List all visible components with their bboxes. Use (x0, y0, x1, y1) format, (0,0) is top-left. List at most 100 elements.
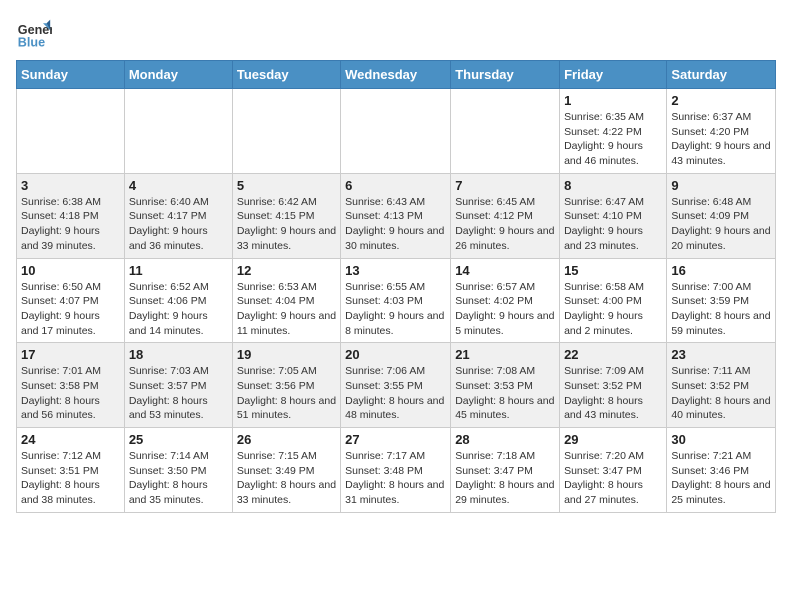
day-info: Sunrise: 7:05 AMSunset: 3:56 PMDaylight:… (237, 364, 336, 423)
day-info: Sunrise: 7:03 AMSunset: 3:57 PMDaylight:… (129, 364, 228, 423)
calendar-day-cell: 17 Sunrise: 7:01 AMSunset: 3:58 PMDayligh… (17, 343, 125, 428)
day-number: 14 (455, 263, 555, 278)
calendar-day-cell: 13 Sunrise: 6:55 AMSunset: 4:03 PMDayligh… (341, 258, 451, 343)
calendar-day-cell: 25 Sunrise: 7:14 AMSunset: 3:50 PMDayligh… (124, 428, 232, 513)
day-number: 15 (564, 263, 662, 278)
day-info: Sunrise: 7:18 AMSunset: 3:47 PMDaylight:… (455, 449, 555, 508)
calendar-day-cell (451, 89, 560, 174)
day-info: Sunrise: 7:00 AMSunset: 3:59 PMDaylight:… (671, 280, 771, 339)
day-info: Sunrise: 7:14 AMSunset: 3:50 PMDaylight:… (129, 449, 228, 508)
day-number: 6 (345, 178, 446, 193)
day-info: Sunrise: 6:57 AMSunset: 4:02 PMDaylight:… (455, 280, 555, 339)
calendar-week-row: 24 Sunrise: 7:12 AMSunset: 3:51 PMDayligh… (17, 428, 776, 513)
day-number: 1 (564, 93, 662, 108)
day-number: 18 (129, 347, 228, 362)
day-number: 26 (237, 432, 336, 447)
day-number: 23 (671, 347, 771, 362)
day-number: 2 (671, 93, 771, 108)
calendar-day-cell: 3 Sunrise: 6:38 AMSunset: 4:18 PMDaylight… (17, 173, 125, 258)
day-info: Sunrise: 7:15 AMSunset: 3:49 PMDaylight:… (237, 449, 336, 508)
day-number: 17 (21, 347, 120, 362)
day-number: 22 (564, 347, 662, 362)
day-number: 7 (455, 178, 555, 193)
day-info: Sunrise: 6:48 AMSunset: 4:09 PMDaylight:… (671, 195, 771, 254)
day-number: 3 (21, 178, 120, 193)
day-info: Sunrise: 6:52 AMSunset: 4:06 PMDaylight:… (129, 280, 228, 339)
day-number: 8 (564, 178, 662, 193)
day-number: 21 (455, 347, 555, 362)
logo-icon: General Blue (16, 16, 52, 52)
day-number: 11 (129, 263, 228, 278)
day-number: 19 (237, 347, 336, 362)
calendar-day-cell: 12 Sunrise: 6:53 AMSunset: 4:04 PMDayligh… (232, 258, 340, 343)
day-info: Sunrise: 7:17 AMSunset: 3:48 PMDaylight:… (345, 449, 446, 508)
logo: General Blue (16, 16, 56, 52)
day-number: 13 (345, 263, 446, 278)
day-info: Sunrise: 7:01 AMSunset: 3:58 PMDaylight:… (21, 364, 120, 423)
calendar-day-cell: 28 Sunrise: 7:18 AMSunset: 3:47 PMDayligh… (451, 428, 560, 513)
calendar-week-row: 17 Sunrise: 7:01 AMSunset: 3:58 PMDayligh… (17, 343, 776, 428)
calendar-day-cell: 1 Sunrise: 6:35 AMSunset: 4:22 PMDaylight… (560, 89, 667, 174)
day-number: 30 (671, 432, 771, 447)
day-info: Sunrise: 6:35 AMSunset: 4:22 PMDaylight:… (564, 110, 662, 169)
calendar-week-row: 10Sunrise: 6:50 AMSunset: 4:07 PMDayligh… (17, 258, 776, 343)
day-info: Sunrise: 7:21 AMSunset: 3:46 PMDaylight:… (671, 449, 771, 508)
calendar-day-cell: 19 Sunrise: 7:05 AMSunset: 3:56 PMDayligh… (232, 343, 340, 428)
calendar-week-row: 3 Sunrise: 6:38 AMSunset: 4:18 PMDaylight… (17, 173, 776, 258)
calendar-day-cell: 21 Sunrise: 7:08 AMSunset: 3:53 PMDayligh… (451, 343, 560, 428)
day-info: Sunrise: 6:37 AMSunset: 4:20 PMDaylight:… (671, 110, 771, 169)
calendar-day-cell: 14 Sunrise: 6:57 AMSunset: 4:02 PMDayligh… (451, 258, 560, 343)
day-number: 28 (455, 432, 555, 447)
calendar-day-cell (124, 89, 232, 174)
calendar-day-cell (17, 89, 125, 174)
calendar-day-cell: 20 Sunrise: 7:06 AMSunset: 3:55 PMDayligh… (341, 343, 451, 428)
day-of-week-header: Sunday (17, 61, 125, 89)
calendar-day-cell: 18 Sunrise: 7:03 AMSunset: 3:57 PMDayligh… (124, 343, 232, 428)
day-of-week-header: Monday (124, 61, 232, 89)
calendar-day-cell: 8Sunrise: 6:47 AMSunset: 4:10 PMDaylight… (560, 173, 667, 258)
svg-text:Blue: Blue (18, 36, 45, 50)
calendar-day-cell: 22Sunrise: 7:09 AMSunset: 3:52 PMDayligh… (560, 343, 667, 428)
day-number: 5 (237, 178, 336, 193)
page-header: General Blue (16, 16, 776, 52)
calendar-day-cell: 7 Sunrise: 6:45 AMSunset: 4:12 PMDaylight… (451, 173, 560, 258)
calendar-day-cell: 15 Sunrise: 6:58 AMSunset: 4:00 PMDayligh… (560, 258, 667, 343)
calendar-day-cell: 4 Sunrise: 6:40 AMSunset: 4:17 PMDaylight… (124, 173, 232, 258)
calendar-day-cell (341, 89, 451, 174)
day-info: Sunrise: 7:12 AMSunset: 3:51 PMDaylight:… (21, 449, 120, 508)
calendar-day-cell: 2 Sunrise: 6:37 AMSunset: 4:20 PMDaylight… (667, 89, 776, 174)
day-number: 25 (129, 432, 228, 447)
day-of-week-header: Wednesday (341, 61, 451, 89)
day-info: Sunrise: 6:40 AMSunset: 4:17 PMDaylight:… (129, 195, 228, 254)
day-info: Sunrise: 6:55 AMSunset: 4:03 PMDaylight:… (345, 280, 446, 339)
day-info: Sunrise: 6:50 AMSunset: 4:07 PMDaylight:… (21, 280, 120, 339)
day-number: 24 (21, 432, 120, 447)
calendar-day-cell: 11 Sunrise: 6:52 AMSunset: 4:06 PMDayligh… (124, 258, 232, 343)
calendar-week-row: 1 Sunrise: 6:35 AMSunset: 4:22 PMDaylight… (17, 89, 776, 174)
calendar-day-cell: 6 Sunrise: 6:43 AMSunset: 4:13 PMDaylight… (341, 173, 451, 258)
day-of-week-header: Thursday (451, 61, 560, 89)
day-info: Sunrise: 7:06 AMSunset: 3:55 PMDaylight:… (345, 364, 446, 423)
day-info: Sunrise: 7:08 AMSunset: 3:53 PMDaylight:… (455, 364, 555, 423)
day-number: 9 (671, 178, 771, 193)
calendar-day-cell: 29Sunrise: 7:20 AMSunset: 3:47 PMDayligh… (560, 428, 667, 513)
day-info: Sunrise: 6:53 AMSunset: 4:04 PMDaylight:… (237, 280, 336, 339)
day-of-week-header: Saturday (667, 61, 776, 89)
day-number: 20 (345, 347, 446, 362)
day-info: Sunrise: 7:11 AMSunset: 3:52 PMDaylight:… (671, 364, 771, 423)
calendar-day-cell: 5Sunrise: 6:42 AMSunset: 4:15 PMDaylight… (232, 173, 340, 258)
calendar-day-cell (232, 89, 340, 174)
day-number: 4 (129, 178, 228, 193)
day-info: Sunrise: 6:43 AMSunset: 4:13 PMDaylight:… (345, 195, 446, 254)
day-number: 16 (671, 263, 771, 278)
day-info: Sunrise: 6:38 AMSunset: 4:18 PMDaylight:… (21, 195, 120, 254)
day-info: Sunrise: 6:58 AMSunset: 4:00 PMDaylight:… (564, 280, 662, 339)
calendar-day-cell: 9 Sunrise: 6:48 AMSunset: 4:09 PMDaylight… (667, 173, 776, 258)
day-of-week-header: Tuesday (232, 61, 340, 89)
calendar-table: SundayMondayTuesdayWednesdayThursdayFrid… (16, 60, 776, 513)
day-number: 29 (564, 432, 662, 447)
day-info: Sunrise: 6:45 AMSunset: 4:12 PMDaylight:… (455, 195, 555, 254)
day-number: 12 (237, 263, 336, 278)
calendar-day-cell: 24 Sunrise: 7:12 AMSunset: 3:51 PMDayligh… (17, 428, 125, 513)
calendar-day-cell: 30 Sunrise: 7:21 AMSunset: 3:46 PMDayligh… (667, 428, 776, 513)
